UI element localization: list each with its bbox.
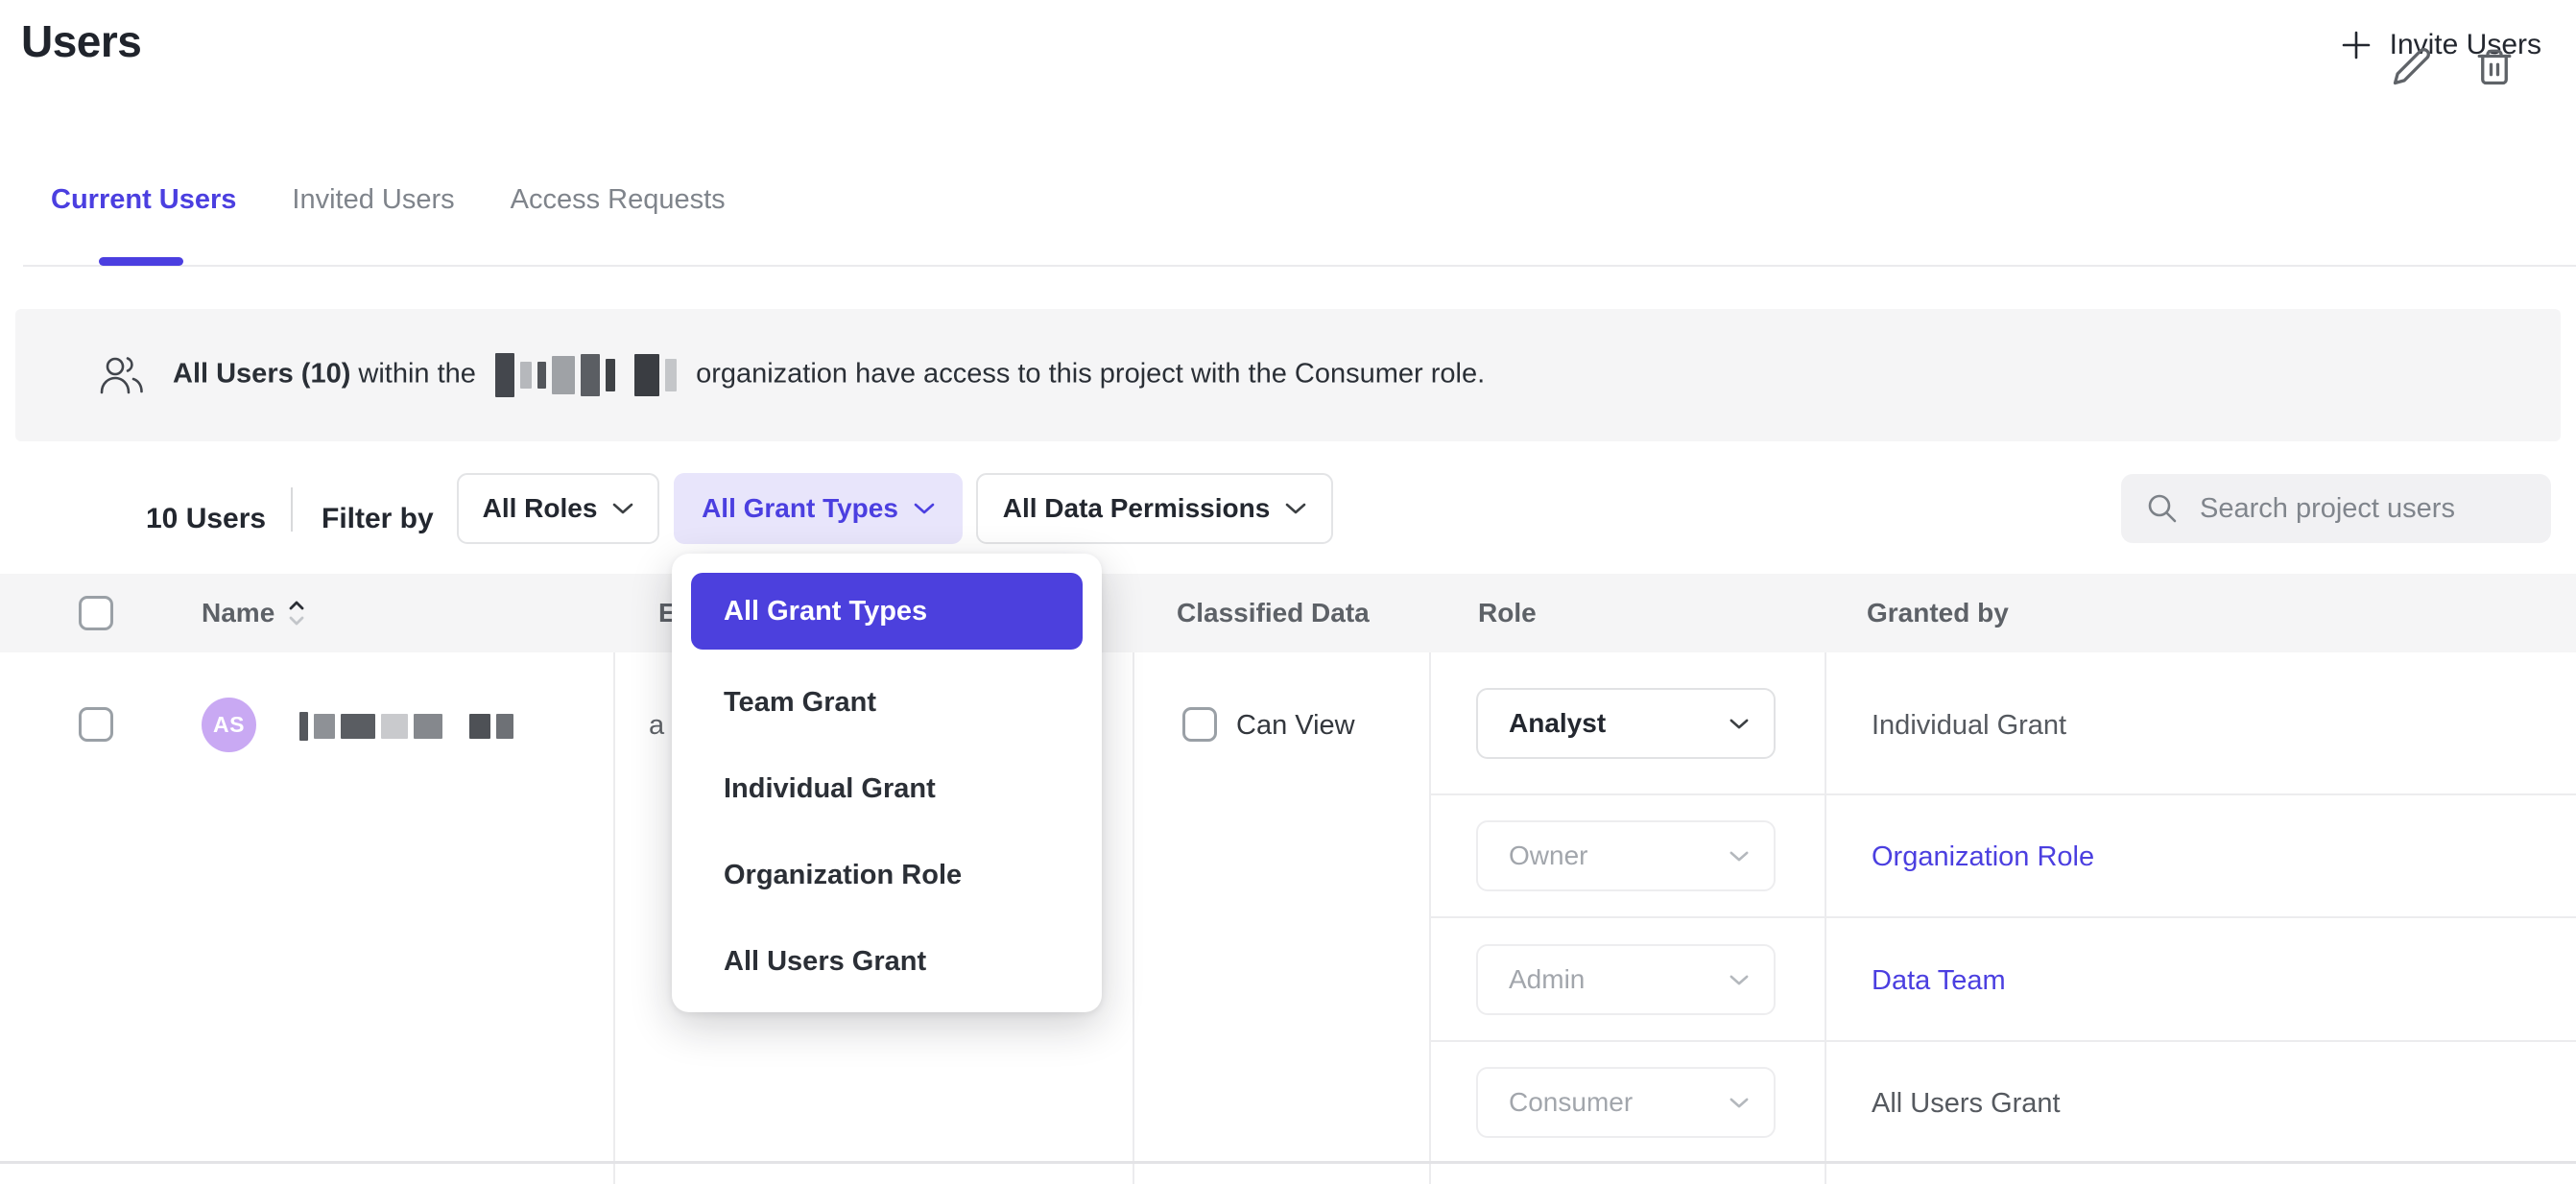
select-all-checkbox-cell [79, 574, 113, 652]
all-data-permissions-label: All Data Permissions [1003, 493, 1271, 524]
role-select-analyst[interactable]: Analyst [1476, 688, 1776, 759]
banner-bold-text: All Users (10) [173, 359, 350, 390]
select-all-checkbox[interactable] [79, 596, 113, 630]
role-select-value: Consumer [1509, 1087, 1633, 1118]
tab-invited-users[interactable]: Invited Users [292, 184, 454, 216]
all-data-permissions-filter[interactable]: All Data Permissions [976, 473, 1333, 544]
all-grant-types-label: All Grant Types [702, 493, 898, 524]
pencil-icon [2392, 46, 2432, 86]
edit-button[interactable] [2388, 42, 2436, 90]
granted-by-link[interactable]: Organization Role [1872, 841, 2094, 873]
all-roles-filter[interactable]: All Roles [457, 473, 659, 544]
all-users-banner: All Users (10) within the organization h… [15, 309, 2561, 441]
menu-item-individual-grant[interactable]: Individual Grant [691, 746, 1083, 832]
search-icon [2146, 492, 2179, 525]
user-count: 10 Users [146, 503, 266, 535]
chevron-down-icon [1729, 718, 1749, 730]
active-tab-indicator [99, 257, 183, 266]
role-select-consumer: Consumer [1476, 1067, 1776, 1138]
all-roles-label: All Roles [483, 493, 598, 524]
toolbar-divider [291, 487, 293, 532]
tab-bar: Current Users Invited Users Access Reque… [51, 184, 726, 216]
chevron-down-icon [1729, 974, 1749, 986]
role-select-value: Analyst [1509, 708, 1606, 739]
role-select-value: Admin [1509, 964, 1585, 995]
granted-by-header-label: Granted by [1867, 598, 2009, 628]
redacted-org-name [495, 353, 677, 397]
column-divider [1825, 652, 1826, 1184]
column-header-classified-data[interactable]: Classified Data [1177, 574, 1370, 652]
tabs-underline [23, 265, 2576, 267]
chevron-down-icon [914, 502, 935, 515]
column-divider [613, 652, 615, 1184]
granted-by-value: All Users Grant [1872, 1088, 2061, 1120]
row-checkbox[interactable] [79, 707, 113, 742]
row-divider [1430, 1040, 2576, 1042]
users-icon [98, 353, 144, 397]
users-page: Users Invite Users Current Users Invited… [0, 0, 2576, 1184]
chevron-down-icon [1729, 850, 1749, 863]
delete-button[interactable] [2470, 42, 2518, 90]
banner-end-text: organization have access to this project… [696, 359, 1485, 390]
name-header-label: Name [202, 598, 274, 628]
column-divider [1133, 652, 1134, 1184]
banner-middle-text: within the [358, 359, 476, 390]
granted-by-value: Individual Grant [1872, 710, 2066, 742]
trash-icon [2474, 46, 2515, 86]
plus-icon [2340, 29, 2373, 61]
banner-text: All Users (10) within the organization h… [173, 353, 1485, 397]
email-partial-text: a [649, 710, 664, 742]
menu-item-all-users-grant[interactable]: All Users Grant [691, 918, 1083, 1005]
table-header: Name E Classified Data Role Granted by [0, 574, 2576, 652]
chevron-down-icon [612, 502, 633, 515]
row-divider [1430, 793, 2576, 795]
sort-icon [288, 599, 305, 628]
role-select-admin: Admin [1476, 944, 1776, 1015]
chevron-down-icon [1729, 1097, 1749, 1109]
tab-access-requests[interactable]: Access Requests [511, 184, 726, 216]
menu-item-team-grant[interactable]: Team Grant [691, 659, 1083, 746]
can-view-label: Can View [1236, 710, 1355, 742]
search-project-users [2121, 474, 2551, 543]
avatar: AS [202, 698, 256, 752]
classified-data-header-label: Classified Data [1177, 598, 1370, 628]
chevron-down-icon [1285, 502, 1306, 515]
column-divider [1429, 652, 1431, 1184]
menu-item-organization-role[interactable]: Organization Role [691, 832, 1083, 918]
menu-item-all-grant-types[interactable]: All Grant Types [691, 573, 1083, 650]
role-select-value: Owner [1509, 841, 1587, 871]
all-grant-types-filter[interactable]: All Grant Types [674, 473, 963, 544]
tab-current-users[interactable]: Current Users [51, 184, 236, 216]
column-header-granted-by[interactable]: Granted by [1867, 574, 2009, 652]
page-title: Users [21, 15, 141, 67]
redacted-user-name [299, 712, 513, 741]
row-divider [1430, 916, 2576, 918]
search-input[interactable] [2200, 493, 2562, 525]
column-header-role[interactable]: Role [1478, 574, 1537, 652]
banner-actions [2388, 0, 2518, 132]
grant-types-menu: All Grant Types Team Grant Individual Gr… [672, 554, 1102, 1012]
filter-by-label: Filter by [322, 503, 434, 535]
user-row-bottom-divider [0, 1161, 2576, 1164]
role-select-owner: Owner [1476, 820, 1776, 891]
role-header-label: Role [1478, 598, 1537, 628]
column-header-name[interactable]: Name [202, 574, 305, 652]
can-view-checkbox[interactable] [1182, 707, 1217, 742]
granted-by-link[interactable]: Data Team [1872, 965, 2006, 997]
